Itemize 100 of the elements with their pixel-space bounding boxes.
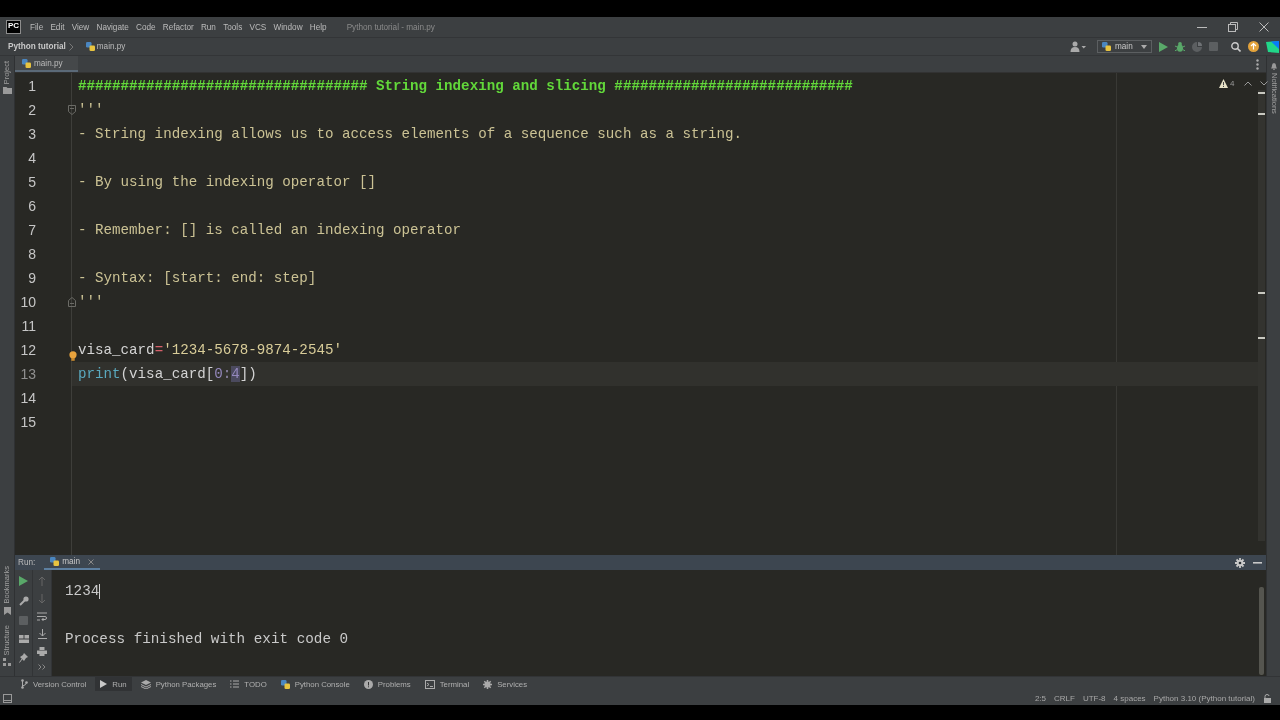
line-number: 1 <box>27 77 36 96</box>
line-number: 2 <box>27 101 36 120</box>
line-number: 9 <box>27 269 36 288</box>
menu-item[interactable]: Code <box>136 22 156 32</box>
breadcrumb[interactable]: Python tutorial <box>8 42 66 51</box>
layers-icon <box>140 679 151 689</box>
code-line: - Syntax: [start: end: step] <box>78 270 317 286</box>
scroll-marker <box>1258 113 1265 115</box>
run-icon <box>100 680 108 688</box>
minimize-icon[interactable] <box>1253 561 1262 564</box>
menu-item[interactable]: VCS <box>249 22 267 32</box>
menu-item[interactable]: View <box>71 22 90 32</box>
status-bar-item[interactable]: UTF-8 <box>1082 693 1106 703</box>
scroll-to-end-icon[interactable] <box>37 629 47 639</box>
soft-wrap-icon[interactable] <box>37 612 47 621</box>
chevron-down-icon[interactable] <box>1260 81 1269 86</box>
editor-tab[interactable]: main.py <box>15 56 78 72</box>
print-icon[interactable] <box>37 647 47 656</box>
line-number: 13 <box>19 365 36 384</box>
code-line: print(visa_card[0:4]) <box>78 366 257 382</box>
code-line: ''' <box>78 102 104 118</box>
python-icon <box>50 557 60 566</box>
restore-icon[interactable] <box>1228 22 1238 32</box>
code-line: - By using the indexing operator [] <box>78 174 376 190</box>
wrench-icon[interactable] <box>18 596 29 606</box>
python-file-icon <box>85 42 95 51</box>
breadcrumb[interactable]: main.py <box>85 42 126 51</box>
python-file-icon <box>22 58 31 68</box>
status-bar-item[interactable]: 2:5 <box>1034 693 1046 703</box>
alert-icon <box>363 679 373 689</box>
caret-icon <box>1141 44 1147 49</box>
status-bar-item[interactable]: 4 spaces <box>1113 693 1146 703</box>
run-configuration-dropdown[interactable]: main <box>1097 40 1152 53</box>
terminal-icon <box>424 679 435 689</box>
chevron-up-icon[interactable] <box>1244 81 1253 86</box>
scrollbar-thumb[interactable] <box>1259 587 1264 675</box>
menu-item[interactable]: File <box>30 22 44 32</box>
menu-item[interactable]: Navigate <box>96 22 129 32</box>
warning-count: 4 <box>1230 79 1235 88</box>
menu-item[interactable]: Help <box>309 22 327 32</box>
run-icon[interactable] <box>1159 41 1168 52</box>
scroll-marker <box>1258 337 1265 339</box>
scroll-marker <box>1258 292 1265 294</box>
update-icon[interactable] <box>1248 41 1259 52</box>
python-icon <box>1102 42 1111 51</box>
close-icon[interactable] <box>1259 22 1269 32</box>
panel-toggle-icon[interactable] <box>3 693 12 703</box>
code-line: - String indexing allows us to access elements of a sequence such as a string. <box>78 126 743 142</box>
app-badge-icon[interactable] <box>1266 40 1279 53</box>
settings-icon[interactable] <box>1235 557 1245 568</box>
line-number: 15 <box>19 413 36 432</box>
code-line: ################################## String indexing and slicing ############################ <box>78 78 853 94</box>
menu-item[interactable]: Run <box>200 22 216 32</box>
warning-icon[interactable] <box>1219 79 1228 88</box>
menu-item[interactable]: Edit <box>50 22 65 32</box>
lightbulb-icon[interactable] <box>69 351 77 361</box>
menu-item[interactable]: Tools <box>223 22 243 32</box>
line-number: 12 <box>19 341 36 360</box>
line-number: 6 <box>27 197 36 216</box>
squares-icon <box>3 658 11 666</box>
console-output: Process finished with exit code 0 <box>65 631 349 647</box>
bug-icon[interactable] <box>1175 41 1185 52</box>
bookmark-icon <box>3 606 11 615</box>
more-icon[interactable] <box>1256 58 1259 70</box>
code-line: - Remember: [] is called an indexing operator <box>78 222 462 238</box>
line-number: 10 <box>19 293 36 312</box>
fold-marker-icon[interactable] <box>68 297 76 307</box>
line-number: 11 <box>20 317 36 336</box>
bell-icon <box>1269 62 1278 70</box>
console-output: 1234 <box>65 583 100 599</box>
cog-icon <box>483 679 493 689</box>
layout-icon[interactable] <box>18 635 29 643</box>
line-number: 3 <box>27 125 36 144</box>
user-icon[interactable] <box>1070 41 1086 52</box>
window-title: Python tutorial - main.py <box>346 22 435 32</box>
menu-item[interactable]: Window <box>273 22 303 32</box>
scroll-marker <box>1258 92 1265 94</box>
status-bar-item[interactable]: Python 3.10 (Python tutorial) <box>1153 693 1255 703</box>
double-chevron-icon[interactable] <box>38 664 46 670</box>
list-icon <box>230 680 240 688</box>
pin-icon[interactable] <box>19 653 28 663</box>
app-logo: PC <box>6 20 21 34</box>
padlock-icon[interactable] <box>1263 693 1271 703</box>
menu-item[interactable]: Refactor <box>162 22 194 32</box>
line-number: 7 <box>27 221 36 240</box>
search-icon[interactable] <box>1231 41 1241 52</box>
line-number: 4 <box>27 149 36 168</box>
run-icon[interactable] <box>19 576 28 586</box>
line-number: 14 <box>19 389 36 408</box>
fold-marker-icon[interactable] <box>68 105 76 115</box>
chevron-icon <box>68 42 74 51</box>
line-number: 8 <box>27 245 36 264</box>
line-number: 5 <box>27 173 36 192</box>
close-icon[interactable] <box>88 558 95 565</box>
folder-icon <box>2 87 12 95</box>
python-icon <box>280 679 290 689</box>
code-line: visa_card='1234-5678-9874-2545' <box>78 342 342 358</box>
branch-icon <box>21 679 28 689</box>
code-line: ''' <box>78 294 104 310</box>
status-bar-item[interactable]: CRLF <box>1054 693 1075 703</box>
